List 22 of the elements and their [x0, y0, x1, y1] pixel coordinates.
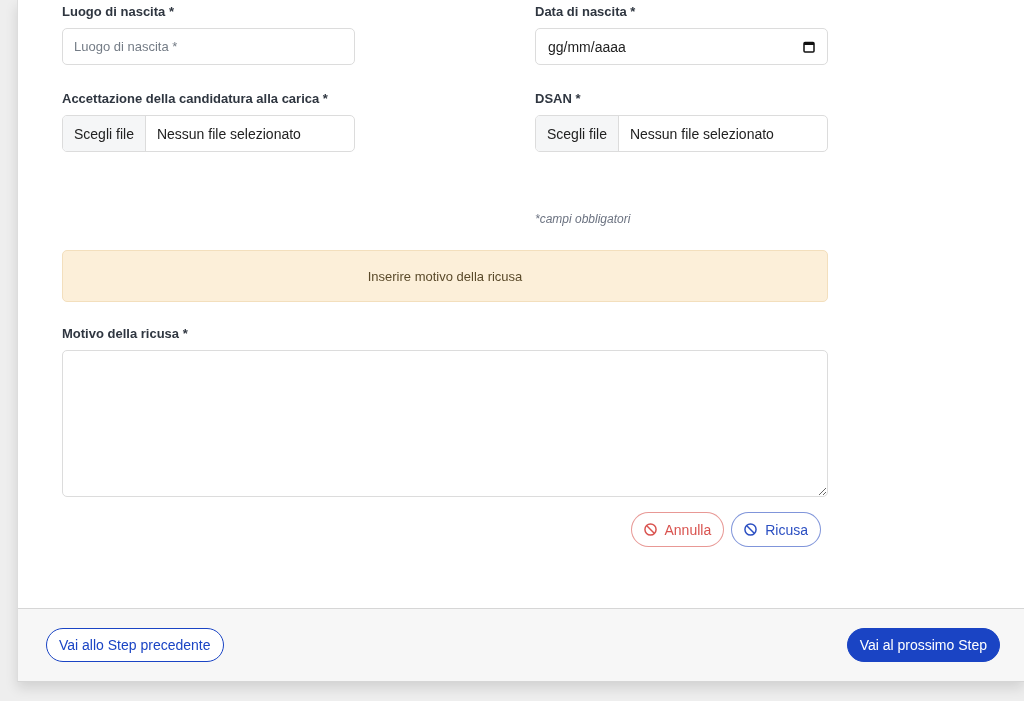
file-status: Nessun file selezionato [155, 125, 301, 142]
text-input[interactable]: Luogo di nascita * [62, 28, 355, 65]
choose-file-button[interactable]: Scegli file [63, 116, 146, 151]
ban-icon [744, 523, 758, 536]
calendar-icon[interactable] [803, 40, 815, 53]
required-note: *campi obbligatori [535, 212, 632, 226]
refuse-button[interactable]: Ricusa [731, 512, 821, 547]
ban-icon [643, 523, 657, 536]
field-label: Luogo di nascita * [62, 4, 175, 19]
file-input[interactable]: Scegli file Nessun file selezionato [62, 115, 355, 152]
warning-alert: Inserire motivo della ricusa [62, 250, 828, 302]
date-input[interactable]: gg/mm/aaaa [535, 28, 828, 65]
field-label: Motivo della ricusa * [62, 326, 189, 341]
field-label: DSAN * [535, 91, 582, 106]
previous-step-button[interactable]: Vai allo Step precedente [46, 628, 224, 662]
field-label: Data di nascita * [535, 4, 637, 19]
file-status: Nessun file selezionato [628, 125, 774, 142]
choose-file-button[interactable]: Scegli file [536, 116, 619, 151]
cancel-button[interactable]: Annulla [630, 512, 725, 547]
next-step-button[interactable]: Vai al prossimo Step [846, 628, 1000, 662]
field-label: Accettazione della candidatura alla carica * [62, 91, 329, 106]
file-input[interactable]: Scegli file Nessun file selezionato [535, 115, 828, 152]
